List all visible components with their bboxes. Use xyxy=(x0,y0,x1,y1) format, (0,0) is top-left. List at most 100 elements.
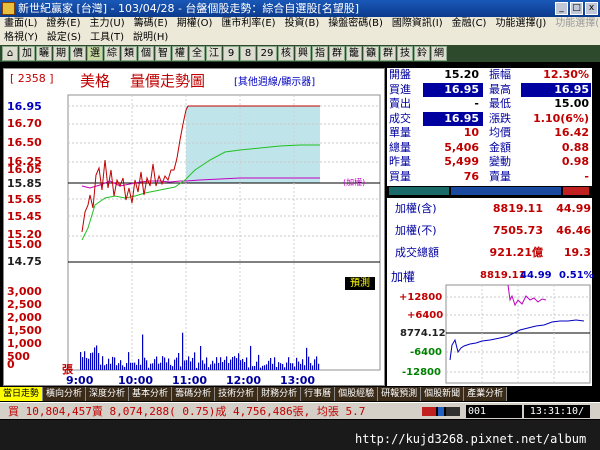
mini-tick: -12800 xyxy=(402,367,441,378)
menu-item[interactable]: 格視(Y) xyxy=(4,31,38,45)
toolbar-button[interactable]: 指 xyxy=(312,46,328,61)
menu-bar: 畫面(L) 證券(E) 主力(U) 籌碼(E) 期權(O) 匯市利率(E) 投資… xyxy=(0,17,600,45)
menu-row-1: 畫面(L) 證券(E) 主力(U) 籌碼(E) 期權(O) 匯市利率(E) 投資… xyxy=(0,17,600,31)
tab-depth[interactable]: 深度分析 xyxy=(86,387,130,401)
menu-item[interactable]: 匯市利率(E) xyxy=(221,17,275,31)
open-price: 15.20 xyxy=(444,68,479,81)
quote-label: 昨量 xyxy=(389,155,411,168)
toolbar-button[interactable]: 群 xyxy=(329,46,345,61)
menu-item[interactable]: 證券(E) xyxy=(46,17,80,31)
tab-experience[interactable]: 個股經驗 xyxy=(335,387,379,401)
chart-panel[interactable] xyxy=(3,68,385,386)
tab-chip[interactable]: 籌碼分析 xyxy=(172,387,216,401)
menu-item[interactable]: 功能選擇(K) xyxy=(555,17,600,31)
quote-label: 最低 xyxy=(489,97,511,110)
toolbar-button[interactable]: 9 xyxy=(223,46,239,61)
stock-code: [ 2358 ] xyxy=(10,72,54,85)
quote-row: 賣出 - 最低 15.00 xyxy=(387,97,592,112)
toolbar-button[interactable]: 江 xyxy=(206,46,222,61)
quote-row: 總量 5,406 金額 0.88 xyxy=(387,141,592,156)
toolbar-button[interactable]: 群 xyxy=(380,46,396,61)
menu-item[interactable]: 功能選擇(J) xyxy=(495,17,546,31)
indicator-segment xyxy=(438,407,444,416)
price-tick: 16.70 xyxy=(7,117,42,130)
toolbar-button[interactable]: 期 xyxy=(53,46,69,61)
menu-item[interactable]: 說明(H) xyxy=(133,31,168,45)
tab-news[interactable]: 個股新聞 xyxy=(421,387,465,401)
quote-row: 昨量 5,499 變動 0.98 xyxy=(387,155,592,170)
tab-industry[interactable]: 產業分析 xyxy=(464,387,508,401)
tab-calendar[interactable]: 行事曆 xyxy=(301,387,336,401)
toolbar-button[interactable]: 8 xyxy=(240,46,256,61)
toolbar-button[interactable]: 加 xyxy=(19,46,35,61)
toolbar-button[interactable]: 全 xyxy=(189,46,205,61)
menu-item[interactable]: 國際資訊(I) xyxy=(392,17,443,31)
tab-financial[interactable]: 財務分析 xyxy=(258,387,302,401)
tab-horizontal[interactable]: 橫向分析 xyxy=(43,387,87,401)
turnover-change: 0.98 xyxy=(561,155,589,168)
tab-technical[interactable]: 技術分析 xyxy=(215,387,259,401)
toolbar-button[interactable]: 選 xyxy=(87,46,103,61)
quote-label: 總量 xyxy=(389,140,411,154)
clock: 13:31:10/ xyxy=(524,405,590,418)
quote-label: 漲跌 xyxy=(489,111,511,125)
chart-title: 量價走勢圖 xyxy=(130,72,206,90)
index-label: 成交總額 xyxy=(395,246,439,259)
menu-item[interactable]: 金融(C) xyxy=(452,17,487,31)
price-tick: 16.05 xyxy=(7,163,42,176)
watermark-text: http://kujd3268.pixnet.net/album xyxy=(355,432,587,446)
toolbar-button[interactable]: 29 xyxy=(257,46,277,61)
menu-item[interactable]: 設定(S) xyxy=(47,31,81,45)
toolbar-button[interactable]: 鈴 xyxy=(414,46,430,61)
close-button[interactable]: x xyxy=(585,2,598,15)
menu-item[interactable]: 投資(B) xyxy=(285,17,320,31)
period-selector[interactable]: [其他週線/顯示器] xyxy=(234,73,315,88)
index-change: 19.3 xyxy=(563,246,591,259)
status-indicator xyxy=(422,407,460,416)
toolbar-button[interactable]: 核 xyxy=(278,46,294,61)
menu-item[interactable]: 工具(T) xyxy=(90,31,124,45)
toolbar-button[interactable]: 興 xyxy=(295,46,311,61)
menu-item[interactable]: 籌碼(E) xyxy=(134,17,168,31)
price-tick: 15.65 xyxy=(7,193,42,206)
toolbar-button[interactable]: 個 xyxy=(138,46,154,61)
toolbar-button[interactable]: 網 xyxy=(431,46,447,61)
toolbar-button[interactable]: 技 xyxy=(397,46,413,61)
maximize-button[interactable]: □ xyxy=(570,2,583,15)
bid-volume: 76 xyxy=(463,169,479,183)
predict-button[interactable]: 預測 xyxy=(345,277,375,290)
home-icon[interactable]: ⌂ xyxy=(2,46,18,61)
quote-panel: 開盤 15.20 振幅 12.30% 買進 16.95 最高 16.95 賣出 … xyxy=(387,68,592,186)
volume-tick: 0 xyxy=(7,358,15,371)
time-tick: 9:00 xyxy=(66,374,94,387)
title-bar: 新世紀贏家 [台灣] - 103/04/28 - 台盤個股走勢：綜合自選股[名望… xyxy=(0,0,600,17)
ref-label: (加權) xyxy=(343,178,366,187)
page-number[interactable]: 001 xyxy=(466,405,522,418)
time-tick: 11:00 xyxy=(172,374,208,387)
minimize-button[interactable]: _ xyxy=(555,2,568,15)
toolbar-button[interactable]: 籠 xyxy=(346,46,362,61)
index-row: 成交總額 921.21億 19.3 xyxy=(387,242,592,264)
toolbar-button[interactable]: 曬 xyxy=(36,46,52,61)
toolbar-button[interactable]: 籲 xyxy=(363,46,379,61)
volume-tick: 2,500 xyxy=(7,298,42,311)
menu-item[interactable]: 操盤密碼(B) xyxy=(328,17,383,31)
toolbar-button[interactable]: 智 xyxy=(155,46,171,61)
quote-row: 成交 16.95 漲跌 1.10(6%) xyxy=(387,111,592,126)
price-tick-ref: 15.85 xyxy=(7,177,42,190)
price-tick: 16.50 xyxy=(7,136,42,149)
tab-fundamental[interactable]: 基本分析 xyxy=(129,387,173,401)
toolbar-button[interactable]: 權 xyxy=(172,46,188,61)
low-price: 15.00 xyxy=(554,97,589,110)
quote-row: 開盤 15.20 振幅 12.30% xyxy=(387,68,592,83)
index-value: 921.21億 xyxy=(489,246,543,259)
toolbar-button[interactable]: 價 xyxy=(70,46,86,61)
index-panel: 加權(含) 8819.11 44.99 加權(不) 7505.73 46.46 … xyxy=(387,198,592,266)
tab-research[interactable]: 研報預測 xyxy=(378,387,422,401)
tab-intraday[interactable]: 當日走勢 xyxy=(0,387,44,401)
toolbar-button[interactable]: 類 xyxy=(121,46,137,61)
menu-item[interactable]: 畫面(L) xyxy=(4,17,37,31)
menu-item[interactable]: 期權(O) xyxy=(177,17,213,31)
menu-item[interactable]: 主力(U) xyxy=(90,17,125,31)
toolbar-button[interactable]: 綜 xyxy=(104,46,120,61)
